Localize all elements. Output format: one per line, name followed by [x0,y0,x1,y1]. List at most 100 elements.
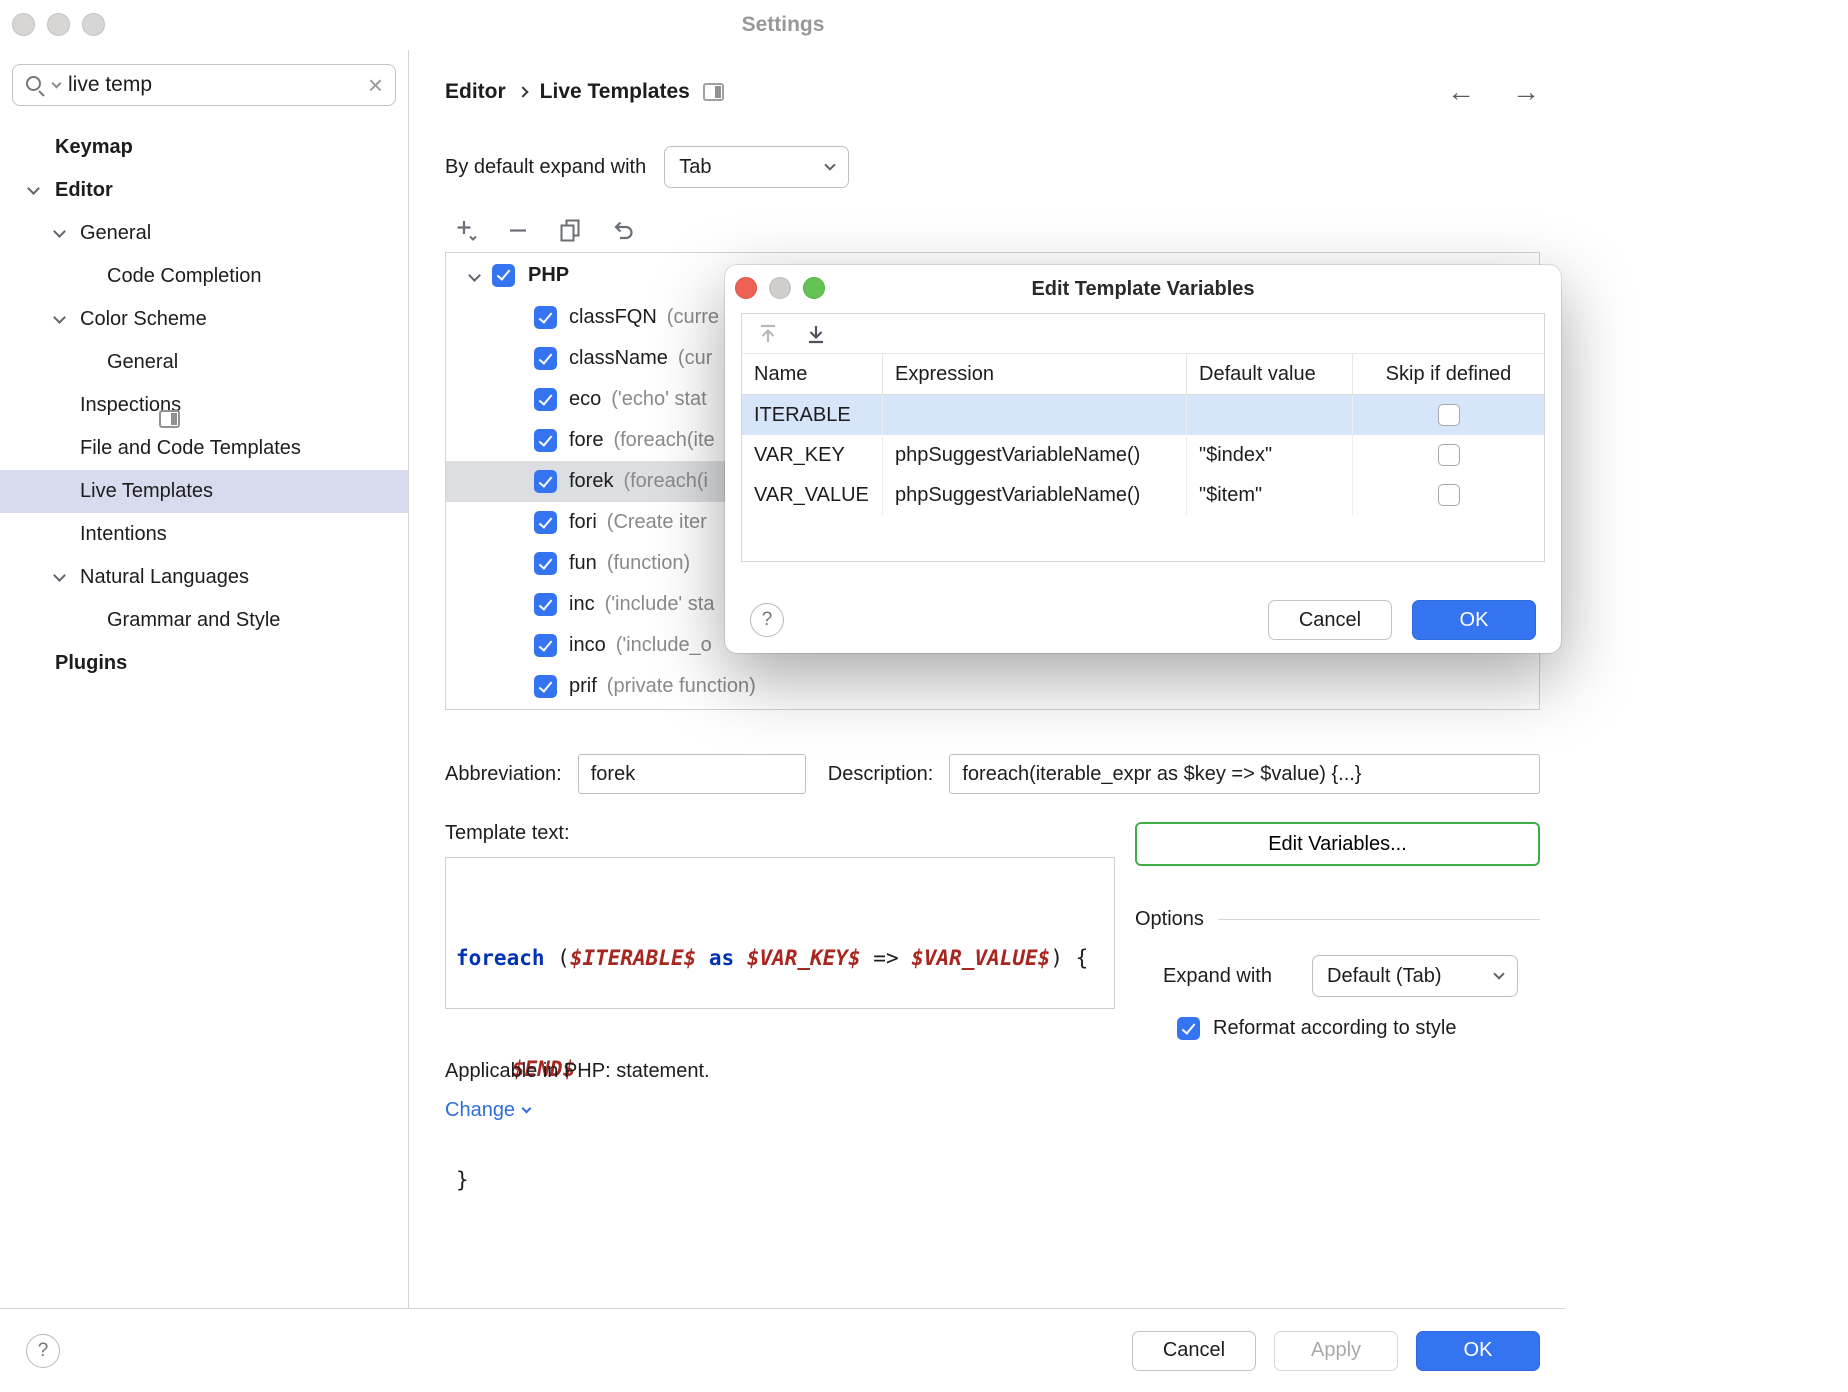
sidebar-item-intentions[interactable]: Intentions [0,513,408,556]
variable-expression-cell[interactable]: phpSuggestVariableName() [883,435,1187,475]
sidebar-item-label: Code Completion [107,265,262,288]
checkbox-checked-icon[interactable] [534,347,557,370]
breadcrumb-editor[interactable]: Editor [445,80,506,104]
column-header-default-value[interactable]: Default value [1187,354,1353,394]
forward-arrow-icon[interactable]: → [1512,78,1540,106]
dialog-help-button[interactable]: ? [750,603,784,637]
checkbox-checked-icon[interactable] [534,552,557,575]
chevron-down-icon [1493,968,1504,979]
sidebar-item-plugins[interactable]: Plugins [0,642,408,685]
template-text-editor[interactable]: foreach ($ITERABLE$ as $VAR_KEY$ => $VAR… [445,857,1115,1009]
chevron-down-icon[interactable] [53,311,66,324]
back-arrow-icon[interactable]: ← [1447,78,1475,106]
column-header-skip-if-defined[interactable]: Skip if defined [1353,354,1544,394]
sidebar-item-label: General [107,351,178,374]
add-template-button[interactable] [453,217,479,243]
column-header-name[interactable]: Name [742,354,883,394]
close-dialog-button[interactable] [735,277,757,299]
chevron-down-icon[interactable] [53,225,66,238]
sidebar-item-keymap[interactable]: Keymap [0,126,408,169]
sidebar-item-grammar-and-style[interactable]: Grammar and Style [0,599,408,642]
checkbox-checked-icon[interactable] [534,429,557,452]
template-row-prif[interactable]: prif (private function) [446,666,1539,707]
edit-variables-button[interactable]: Edit Variables... [1135,822,1540,866]
remove-template-button[interactable] [505,217,531,243]
sidebar-item-live-templates[interactable]: Live Templates [0,470,408,513]
zoom-window-button[interactable] [82,13,105,36]
close-window-button[interactable] [12,13,35,36]
expand-with-select[interactable]: Default (Tab) [1312,955,1518,997]
sidebar-item-file-and-code-templates[interactable]: File and Code Templates [0,427,408,470]
variable-row-iterable[interactable]: ITERABLE [742,395,1544,435]
cancel-button[interactable]: Cancel [1132,1331,1256,1371]
description-input[interactable] [949,754,1540,794]
search-history-chevron-icon[interactable] [52,78,62,88]
restore-defaults-button[interactable] [609,217,635,243]
sidebar-item-label: General [80,222,151,245]
reformat-label: Reformat according to style [1213,1017,1456,1040]
template-name: inc [569,593,595,616]
chevron-down-icon[interactable] [27,182,40,195]
expand-with-label: Expand with [1163,965,1272,988]
apply-button[interactable]: Apply [1274,1331,1398,1371]
variable-row-var-value[interactable]: VAR_VALUE phpSuggestVariableName() "$ite… [742,475,1544,515]
move-up-button[interactable] [756,322,780,346]
skip-checkbox[interactable] [1438,484,1460,506]
settings-search-field[interactable]: × [12,64,396,106]
abbreviation-input[interactable] [578,754,806,794]
move-down-button[interactable] [804,322,828,346]
checkbox-checked-icon[interactable] [534,634,557,657]
clear-search-icon[interactable]: × [368,72,383,98]
in-editor-settings-icon [703,83,724,101]
reformat-checkbox[interactable] [1177,1017,1200,1040]
options-divider [1218,919,1540,920]
sidebar-item-label: Live Templates [80,480,213,503]
sidebar-item-editor[interactable]: Editor [0,169,408,212]
variable-default-cell[interactable]: "$item" [1187,475,1353,515]
template-description: (cur [678,347,712,370]
template-name: eco [569,388,601,411]
checkbox-checked-icon[interactable] [534,388,557,411]
checkbox-checked-icon[interactable] [534,306,557,329]
column-header-expression[interactable]: Expression [883,354,1187,394]
zoom-dialog-button[interactable] [803,277,825,299]
sidebar-item-code-completion[interactable]: Code Completion [0,255,408,298]
variable-name-cell[interactable]: VAR_VALUE [742,475,883,515]
chevron-down-icon[interactable] [53,569,66,582]
sidebar-item-inspections[interactable]: Inspections [0,384,408,427]
sidebar-item-natural-languages[interactable]: Natural Languages [0,556,408,599]
minimize-window-button[interactable] [47,13,70,36]
minimize-dialog-button[interactable] [769,277,791,299]
default-expand-with-select[interactable]: Tab [664,146,849,188]
sidebar-item-label: Intentions [80,523,167,546]
sidebar-item-color-scheme[interactable]: Color Scheme [0,298,408,341]
dialog-ok-button[interactable]: OK [1412,600,1536,640]
chevron-down-icon[interactable] [468,269,481,282]
help-button[interactable]: ? [26,1334,60,1368]
checkbox-checked-icon[interactable] [492,264,515,287]
dialog-cancel-button[interactable]: Cancel [1268,600,1392,640]
search-input[interactable] [68,73,360,97]
template-description: ('echo' stat [611,388,706,411]
sidebar-item-general-color-scheme[interactable]: General [0,341,408,384]
variable-expression-cell[interactable] [883,395,1187,435]
variable-name-cell[interactable]: VAR_KEY [742,435,883,475]
checkbox-checked-icon[interactable] [534,675,557,698]
skip-checkbox[interactable] [1438,444,1460,466]
checkbox-checked-icon[interactable] [534,470,557,493]
sidebar-item-label: Editor [55,179,113,202]
group-label: PHP [528,264,569,287]
variable-default-cell[interactable] [1187,395,1353,435]
template-description: ('include' sta [605,593,715,616]
skip-checkbox[interactable] [1438,404,1460,426]
variable-expression-cell[interactable]: phpSuggestVariableName() [883,475,1187,515]
variable-name-cell[interactable]: ITERABLE [742,395,883,435]
ok-button[interactable]: OK [1416,1331,1540,1371]
variable-row-var-key[interactable]: VAR_KEY phpSuggestVariableName() "$index… [742,435,1544,475]
template-description: (function) [607,552,690,575]
duplicate-template-button[interactable] [557,217,583,243]
checkbox-checked-icon[interactable] [534,593,557,616]
checkbox-checked-icon[interactable] [534,511,557,534]
sidebar-item-general-editor[interactable]: General [0,212,408,255]
variable-default-cell[interactable]: "$index" [1187,435,1353,475]
